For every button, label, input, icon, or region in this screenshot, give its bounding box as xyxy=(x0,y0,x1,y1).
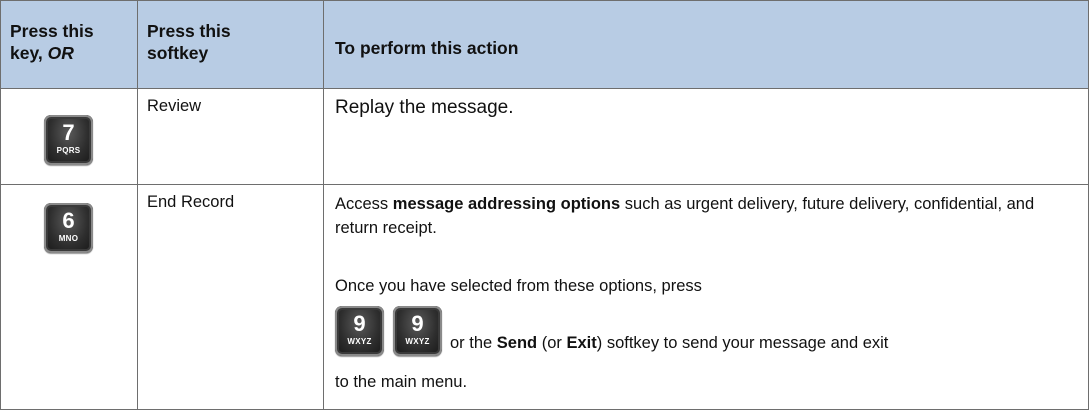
send-softkey-text: Send xyxy=(496,334,538,352)
action-text: ) softkey to send your message and exit xyxy=(596,334,889,352)
key-letters: WXYZ xyxy=(405,337,430,346)
column-divider xyxy=(323,89,324,184)
action-paragraph-4: to the main menu. xyxy=(335,373,468,391)
action-bold-text: message addressing options xyxy=(392,195,621,213)
key-letters: WXYZ xyxy=(347,337,372,346)
table-row: 7 PQRS Review Replay the message. xyxy=(1,88,1088,184)
softkey-label: End Record xyxy=(147,193,235,211)
header-or-text: OR xyxy=(47,43,74,63)
action-text: Access xyxy=(335,195,393,213)
header-key-line1: Press this xyxy=(10,21,94,41)
action-text: Replay the message. xyxy=(335,97,514,118)
header-softkey-column: Press this softkey xyxy=(138,20,323,64)
column-divider xyxy=(137,1,138,88)
header-softkey-line2: softkey xyxy=(147,43,209,63)
action-text: (or xyxy=(537,334,567,352)
key-action-table: Press this key, OR Press this softkey To… xyxy=(0,0,1089,410)
exit-softkey-text: Exit xyxy=(566,334,597,352)
action-text: or the xyxy=(450,334,497,352)
action-paragraph-3: or the Send (or Exit) softkey to send yo… xyxy=(450,331,888,355)
key-9-icon: 9 WXYZ xyxy=(335,306,384,356)
action-paragraph-1: Access message addressing options such a… xyxy=(324,192,1088,240)
column-divider xyxy=(137,89,138,184)
key-number: 7 xyxy=(62,120,75,145)
key-number: 9 xyxy=(411,311,424,336)
header-key-column: Press this key, OR xyxy=(1,20,137,64)
header-action-column: To perform this action xyxy=(335,38,519,58)
column-divider xyxy=(323,185,324,410)
key-7-icon: 7 PQRS xyxy=(44,115,93,165)
key-letters: MNO xyxy=(58,234,79,243)
softkey-label: Review xyxy=(147,97,202,115)
key-letters: PQRS xyxy=(56,146,81,155)
key-number: 6 xyxy=(62,208,75,233)
table-row: 6 MNO End Record Access message addressi… xyxy=(1,184,1088,410)
action-paragraph-2: Once you have selected from these option… xyxy=(335,277,702,295)
header-key-line2: key, OR xyxy=(10,42,137,64)
key-number: 9 xyxy=(353,311,366,336)
column-divider xyxy=(323,1,324,88)
header-key-text: key, xyxy=(10,43,48,63)
key-9-icon: 9 WXYZ xyxy=(393,306,442,356)
key-6-icon: 6 MNO xyxy=(44,203,93,253)
column-divider xyxy=(137,185,138,410)
header-softkey-line1: Press this xyxy=(147,21,231,41)
table-header-row: Press this key, OR Press this softkey To… xyxy=(1,1,1088,88)
